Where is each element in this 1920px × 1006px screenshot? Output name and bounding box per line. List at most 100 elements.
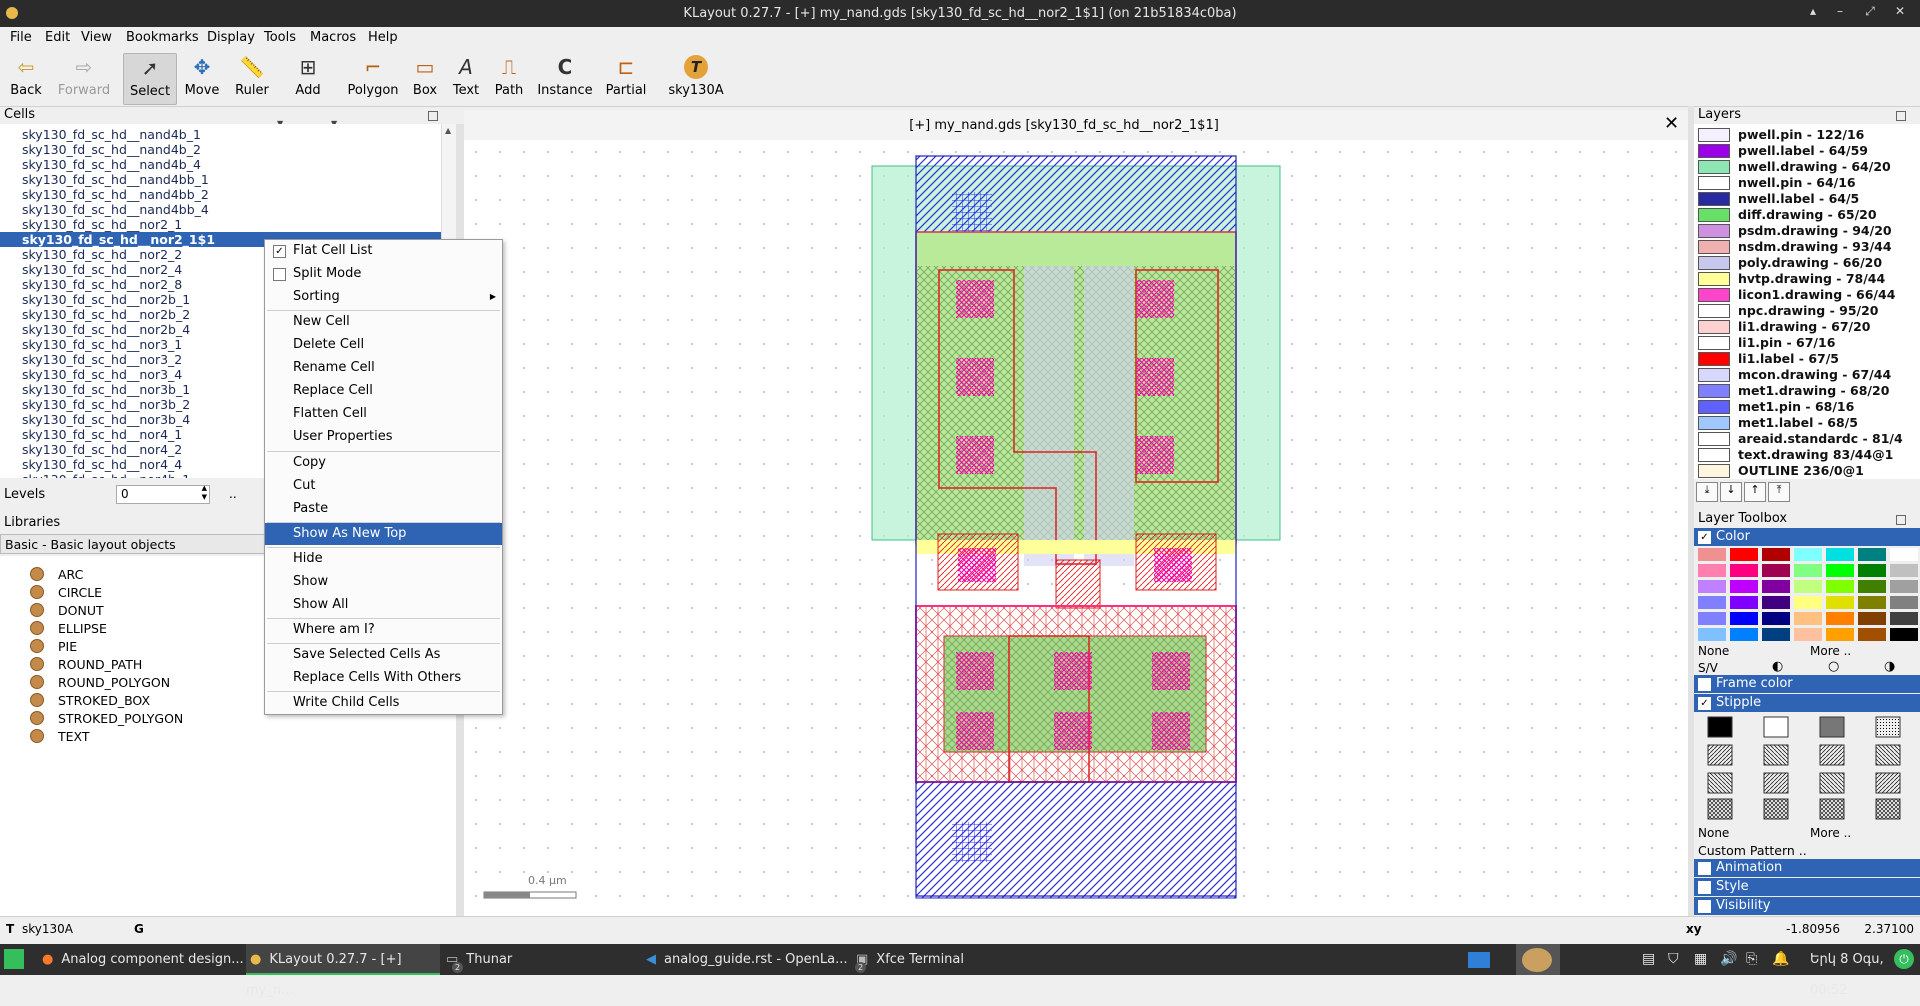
- darker-icon[interactable]: ◐: [1772, 659, 1783, 674]
- ruler-tool-button[interactable]: 📏 Ruler: [232, 53, 272, 103]
- menu-display[interactable]: Display: [207, 30, 255, 45]
- layer-row[interactable]: nwell.label - 64/5: [1694, 191, 1920, 207]
- palette-color-swatch[interactable]: [1858, 612, 1886, 625]
- layer-row[interactable]: met1.drawing - 68/20: [1694, 383, 1920, 399]
- menu-item-show-all[interactable]: Show All: [265, 594, 502, 616]
- layer-swatch[interactable]: [1698, 448, 1730, 462]
- menu-item-cut[interactable]: Cut: [265, 475, 502, 497]
- neutral-icon[interactable]: ○: [1828, 659, 1839, 674]
- cell-list-item[interactable]: sky130_fd_sc_hd__nor4_1: [22, 427, 182, 442]
- palette-color-swatch[interactable]: [1890, 612, 1918, 625]
- palette-color-swatch[interactable]: [1826, 596, 1854, 609]
- layer-row[interactable]: met1.label - 68/5: [1694, 415, 1920, 431]
- taskbar-item-browser[interactable]: ● Analog component design...: [42, 944, 246, 975]
- menu-item-paste[interactable]: Paste: [265, 498, 502, 520]
- layer-row[interactable]: met1.pin - 68/16: [1694, 399, 1920, 415]
- instance-tool-button[interactable]: C Instance: [536, 53, 594, 103]
- layer-swatch[interactable]: [1698, 256, 1730, 270]
- cell-list-item[interactable]: sky130_fd_sc_hd__nand4b_1: [22, 127, 201, 142]
- palette-color-swatch[interactable]: [1762, 612, 1790, 625]
- palette-color-swatch[interactable]: [1698, 548, 1726, 561]
- layer-swatch[interactable]: [1698, 224, 1730, 238]
- library-item[interactable]: ROUND_PATH: [30, 656, 142, 674]
- menu-item-hide[interactable]: Hide: [265, 548, 502, 570]
- cell-list-item[interactable]: sky130_fd_sc_hd__nor2_2: [22, 247, 182, 262]
- palette-color-swatch[interactable]: [1698, 612, 1726, 625]
- layer-swatch[interactable]: [1698, 464, 1730, 478]
- polygon-tool-button[interactable]: ⌐ Polygon: [347, 53, 399, 103]
- palette-color-swatch[interactable]: [1890, 596, 1918, 609]
- palette-color-swatch[interactable]: [1730, 564, 1758, 577]
- custom-pattern-button[interactable]: Custom Pattern ..: [1698, 843, 1807, 858]
- visibility-checkbox[interactable]: [1698, 900, 1711, 913]
- menu-item-delete-cell[interactable]: Delete Cell: [265, 334, 502, 356]
- cell-list-item[interactable]: sky130_fd_sc_hd__nor2_1: [22, 217, 182, 232]
- palette-color-swatch[interactable]: [1794, 596, 1822, 609]
- layer-swatch[interactable]: [1698, 192, 1730, 206]
- layer-swatch[interactable]: [1698, 352, 1730, 366]
- palette-color-swatch[interactable]: [1858, 628, 1886, 641]
- color-more-button[interactable]: More ..: [1810, 644, 1851, 658]
- show-desktop-icon[interactable]: [1468, 944, 1494, 975]
- menu-item-where-am-i[interactable]: Where am I?: [265, 619, 502, 641]
- partial-tool-button[interactable]: ⊏ Partial: [602, 53, 650, 103]
- layers-list[interactable]: pwell.pin - 122/16 pwell.label - 64/59 nwe…: [1694, 124, 1920, 479]
- palette-color-swatch[interactable]: [1762, 564, 1790, 577]
- menu-item-write-child-cells[interactable]: Write Child Cells: [265, 692, 502, 714]
- layer-row[interactable]: nwell.drawing - 64/20: [1694, 159, 1920, 175]
- library-item[interactable]: ROUND_POLYGON: [30, 674, 170, 692]
- layer-row[interactable]: li1.drawing - 67/20: [1694, 319, 1920, 335]
- cells-panel-buttons[interactable]: [428, 110, 450, 135]
- library-item[interactable]: CIRCLE: [30, 584, 102, 602]
- menu-edit[interactable]: Edit: [45, 30, 70, 45]
- layer-swatch[interactable]: [1698, 160, 1730, 174]
- color-checkbox[interactable]: ✓: [1698, 531, 1711, 544]
- cell-list-item[interactable]: sky130_fd_sc_hd__nand4b_2: [22, 142, 201, 157]
- style-checkbox[interactable]: [1698, 881, 1711, 894]
- app-menu-icon[interactable]: [4, 944, 30, 975]
- palette-color-swatch[interactable]: [1698, 628, 1726, 641]
- frame-color-checkbox[interactable]: [1698, 678, 1711, 691]
- stipple-none-button[interactable]: None: [1698, 826, 1729, 840]
- cell-list-item[interactable]: sky130_fd_sc_hd__nand4bb_4: [22, 202, 209, 217]
- frame-color-section-header[interactable]: Frame color: [1694, 675, 1920, 693]
- close-window-icon[interactable]: ✕: [1892, 4, 1908, 18]
- library-item[interactable]: TEXT: [30, 728, 90, 746]
- library-item[interactable]: ARC: [30, 566, 83, 584]
- layout-tab[interactable]: [+] my_nand.gds [sky130_fd_sc_hd__nor2_1…: [464, 110, 1688, 141]
- brighter-icon[interactable]: ◑: [1884, 659, 1895, 674]
- back-button[interactable]: ⇦ Back: [6, 53, 46, 103]
- layer-swatch[interactable]: [1698, 384, 1730, 398]
- palette-color-swatch[interactable]: [1730, 548, 1758, 561]
- technology-button[interactable]: Tsky130A: [666, 53, 726, 103]
- palette-color-swatch[interactable]: [1762, 548, 1790, 561]
- palette-color-swatch[interactable]: [1858, 580, 1886, 593]
- taskbar-item-editor[interactable]: ◀ analog_guide.rst - OpenLa...: [646, 944, 856, 975]
- palette-color-swatch[interactable]: [1794, 564, 1822, 577]
- cell-list-item[interactable]: sky130_fd_sc_hd__nor2b_2: [22, 307, 190, 322]
- library-item[interactable]: ELLIPSE: [30, 620, 107, 638]
- layer-row[interactable]: diff.drawing - 65/20: [1694, 207, 1920, 223]
- minimize-icon[interactable]: –: [1832, 4, 1848, 18]
- menu-item-new-cell[interactable]: New Cell: [265, 311, 502, 333]
- layer-row[interactable]: hvtp.drawing - 78/44: [1694, 271, 1920, 287]
- layer-row[interactable]: npc.drawing - 95/20: [1694, 303, 1920, 319]
- flat-cell-list-checkbox[interactable]: ✓: [273, 245, 286, 258]
- palette-color-swatch[interactable]: [1890, 628, 1918, 641]
- move-layer-down-icon[interactable]: ↓: [1720, 482, 1742, 502]
- layer-row[interactable]: psdm.drawing - 94/20: [1694, 223, 1920, 239]
- layer-swatch[interactable]: [1698, 416, 1730, 430]
- layer-row[interactable]: areaid.standardc - 81/4: [1694, 431, 1920, 447]
- layers-panel-buttons[interactable]: [1896, 110, 1918, 135]
- layer-swatch[interactable]: [1698, 288, 1730, 302]
- tray-volume-icon[interactable]: 🔊: [1720, 944, 1737, 975]
- palette-color-swatch[interactable]: [1730, 612, 1758, 625]
- move-layer-up-icon[interactable]: ↑: [1744, 482, 1766, 502]
- menu-item-split-mode[interactable]: Split Mode: [265, 263, 502, 285]
- float-icon[interactable]: [1896, 111, 1906, 121]
- menu-item-flatten-cell[interactable]: Flatten Cell: [265, 403, 502, 425]
- tray-bell-icon[interactable]: 🔔: [1772, 944, 1789, 975]
- palette-color-swatch[interactable]: [1730, 580, 1758, 593]
- layer-swatch[interactable]: [1698, 176, 1730, 190]
- cell-list-item[interactable]: sky130_fd_sc_hd__nor3_4: [22, 367, 182, 382]
